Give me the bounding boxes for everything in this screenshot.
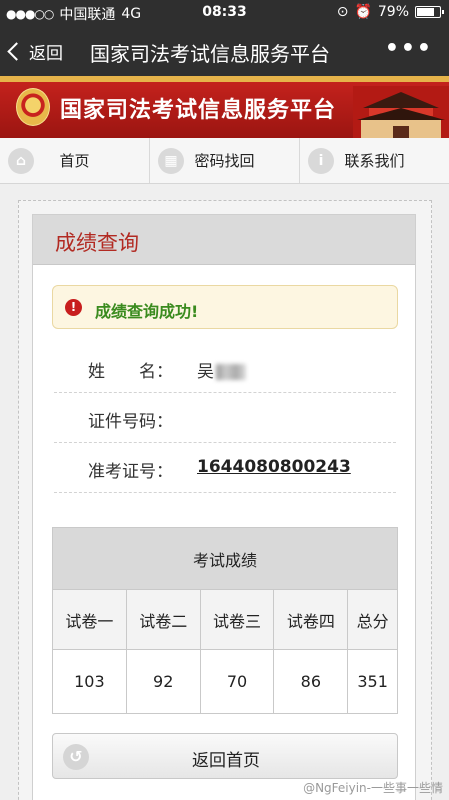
name-label: 姓 名： [88,362,173,382]
menu-item-label: 密码找回 [194,152,255,170]
score-header: 试卷一 [52,589,127,650]
page-title: 国家司法考试信息服务平台 [90,42,330,66]
score-value: 103 [52,649,127,714]
alert-message: 成绩查询成功! [95,302,199,321]
success-alert: ! 成绩查询成功! [52,285,398,329]
score-header: 试卷四 [273,589,349,650]
ticket-row: 准考证号： 1644080800243 [54,443,396,493]
id-row: 证件号码： [54,393,396,443]
back-label: 返回 [29,44,63,64]
card-title: 成绩查询 [33,215,415,265]
watermark: @NgFeiyin-一些事一些情 [303,781,443,795]
menu-item-label: 首页 [59,152,90,170]
ticket-label: 准考证号： [88,462,173,482]
score-header: 试卷二 [125,589,201,650]
more-icon[interactable]: ••• [385,36,433,61]
gate-tower-icon [353,86,449,138]
alarm-icon: ⏰ [354,4,372,20]
score-card: 成绩查询 ! 成绩查询成功! 姓 名： 吴 证件号码： 准考证号： 164408… [32,214,416,800]
id-label: 证件号码： [88,412,173,432]
banner-title: 国家司法考试信息服务平台 [60,98,337,123]
battery-icon [415,6,444,18]
score-value: 86 [273,649,349,714]
menu-item-contact[interactable]: i 联系我们 [300,138,449,183]
info-icon: i [308,148,334,174]
menu-item-password-recovery[interactable]: ▦ 密码找回 [150,138,300,183]
chevron-left-icon [7,42,26,61]
navigation-bar: 返回 国家司法考试信息服务平台 ••• [0,26,449,76]
national-emblem-icon [16,88,50,126]
status-bar: ●●●○○ 中国联通 4G 08:33 ⊙ ⏰ 79% [0,0,449,26]
grid-icon: ▦ [158,148,184,174]
score-value: 92 [125,649,201,714]
alert-icon: ! [65,299,82,316]
score-value-row: 103 92 70 86 351 [52,649,398,714]
back-to-home-button[interactable]: ↺ 返回首页 [52,733,398,779]
score-header: 试卷三 [199,589,275,650]
top-menu: ⌂ 首页 ▦ 密码找回 i 联系我们 [0,138,449,184]
battery-fill [417,8,434,16]
rotation-lock-icon: ⊙ [336,4,349,20]
score-table-caption: 考试成绩 [52,527,398,590]
redacted-mask [216,364,246,380]
name-value: 吴 [197,357,246,382]
score-value: 351 [347,649,398,714]
score-header-row: 试卷一 试卷二 试卷三 试卷四 总分 [52,589,398,650]
back-button[interactable]: 返回 [7,39,63,64]
name-row: 姓 名： 吴 [54,343,396,393]
site-banner: 国家司法考试信息服务平台 [0,76,449,138]
banner-stripe [0,76,449,82]
score-table: 考试成绩 试卷一 试卷二 试卷三 试卷四 总分 103 92 70 86 351 [52,527,398,714]
menu-item-home[interactable]: ⌂ 首页 [0,138,150,183]
ticket-number-link[interactable]: 1644080800243 [197,457,351,477]
score-value: 70 [199,649,275,714]
home-icon: ⌂ [8,148,34,174]
back-to-home-label: 返回首页 [192,751,260,771]
battery-percent: 79% [377,4,409,20]
menu-item-label: 联系我们 [344,152,405,170]
score-header: 总分 [347,589,398,650]
